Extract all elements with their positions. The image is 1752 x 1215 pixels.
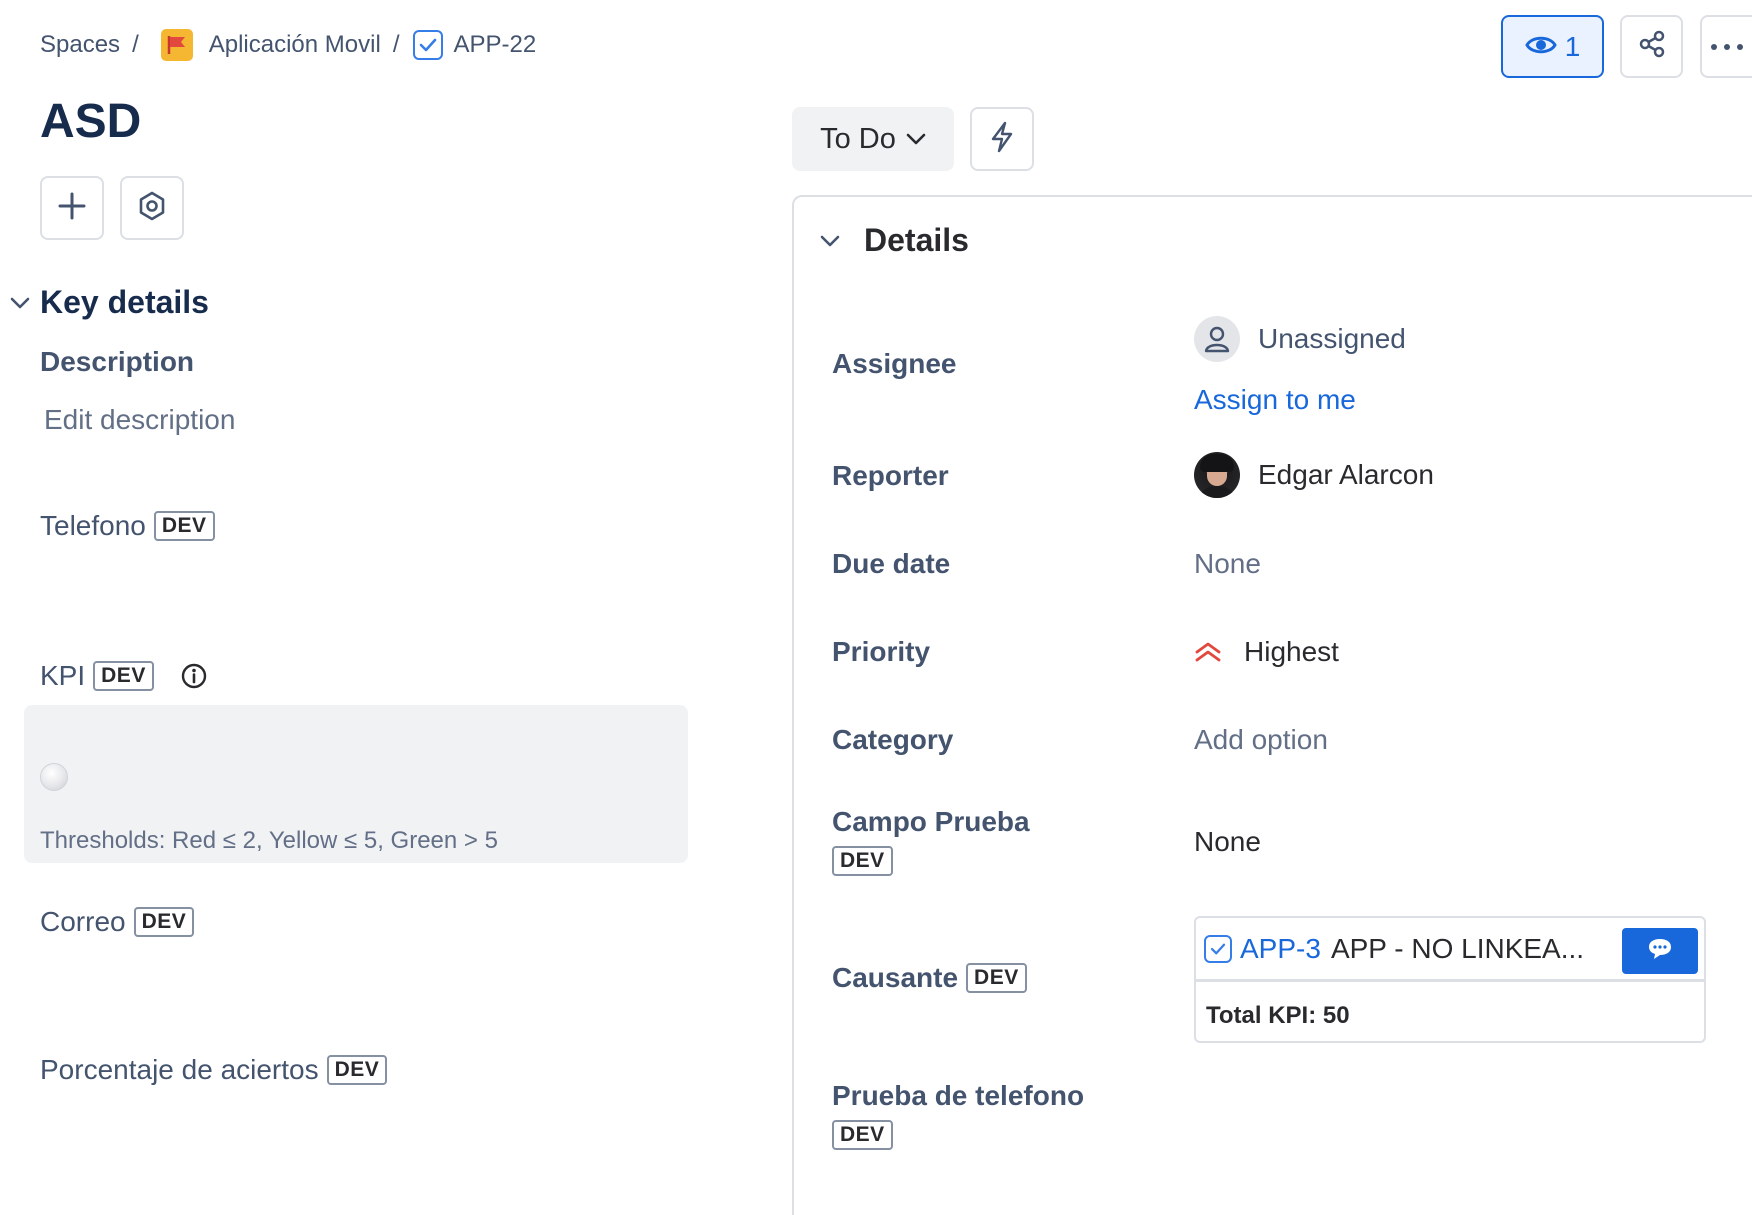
breadcrumb-spaces[interactable]: Spaces [40, 31, 120, 59]
details-header[interactable]: Details [820, 222, 969, 259]
dev-badge: DEV [832, 1120, 893, 1150]
total-kpi: Total KPI: 50 [1206, 1002, 1350, 1029]
assignee-label: Assignee [832, 348, 957, 379]
due-date-value[interactable]: None [1194, 548, 1261, 580]
due-date-label: Due date [832, 548, 951, 579]
share-button[interactable] [1620, 15, 1683, 78]
priority-highest-icon [1194, 640, 1222, 664]
eye-icon [1524, 31, 1557, 63]
breadcrumb-separator: / [132, 31, 139, 58]
add-button[interactable] [40, 176, 104, 240]
kpi-status-indicator [40, 763, 68, 791]
priority-value: Highest [1244, 636, 1339, 667]
dev-badge: DEV [326, 1055, 388, 1085]
watch-button[interactable]: 1 [1501, 15, 1604, 78]
chevron-down-icon [820, 235, 840, 247]
issue-title[interactable]: ASD [40, 94, 141, 149]
field-telefono-label: Telefono [40, 510, 146, 541]
field-porcentaje: Porcentaje de aciertos DEV [40, 1054, 388, 1086]
field-kpi: KPI DEV [40, 660, 208, 692]
details-title: Details [864, 222, 969, 258]
causante-label: Causante [832, 962, 959, 993]
speech-bubble-icon [1646, 937, 1674, 966]
watch-count: 1 [1564, 30, 1581, 62]
field-kpi-label: KPI [40, 660, 86, 691]
dev-badge: DEV [153, 511, 215, 541]
dev-badge: DEV [133, 907, 195, 937]
campo-prueba-badge-wrap: DEV [824, 846, 893, 876]
kpi-thresholds: Thresholds: Red ≤ 2, Yellow ≤ 5, Green >… [40, 827, 498, 854]
campo-prueba-label: Campo Prueba [832, 806, 1030, 837]
prueba-telefono-label: Prueba de telefono [832, 1080, 1085, 1111]
plus-icon [57, 191, 87, 226]
assign-to-me-link[interactable]: Assign to me [1194, 384, 1356, 416]
key-details-title: Key details [40, 284, 209, 320]
lightning-icon [989, 121, 1015, 158]
kpi-panel: Thresholds: Red ≤ 2, Yellow ≤ 5, Green >… [24, 705, 688, 863]
automation-button[interactable] [970, 107, 1034, 171]
category-value[interactable]: Add option [1194, 724, 1328, 756]
breadcrumb-issue-key[interactable]: APP-22 [453, 31, 536, 59]
chevron-down-icon [0, 297, 40, 309]
apps-button[interactable] [120, 176, 184, 240]
linked-issue-summary: APP - NO LINKEA... [1330, 932, 1585, 964]
reporter-avatar [1194, 452, 1240, 498]
linked-issue-card: APP-3 APP - NO LINKEA... Total KPI: 50 [1194, 916, 1706, 1043]
breadcrumb: Spaces / Aplicación Movil / APP-22 [40, 28, 536, 62]
linked-issue-key[interactable]: APP-3 [1240, 933, 1321, 965]
field-correo: Correo DEV [40, 906, 195, 938]
breadcrumb-separator: / [392, 31, 400, 58]
description-editor[interactable]: Edit description [44, 404, 235, 436]
status-label: To Do [820, 122, 896, 155]
linked-issue-row[interactable]: APP-3 APP - NO LINKEA... [1196, 918, 1704, 982]
causante-label-row: Causante DEV [832, 962, 1027, 994]
more-dots-icon [1709, 38, 1745, 56]
task-checkbox-icon [1204, 934, 1232, 963]
category-label: Category [832, 724, 954, 755]
status-dropdown[interactable]: To Do [792, 107, 954, 171]
assignee-field[interactable]: Unassigned [1194, 316, 1406, 362]
dev-badge: DEV [832, 846, 893, 876]
hexagon-settings-icon [136, 190, 168, 227]
reporter-value: Edgar Alarcon [1258, 459, 1434, 490]
prueba-telefono-badge-wrap: DEV [824, 1120, 893, 1150]
comment-button[interactable] [1622, 928, 1698, 974]
project-flag-icon [160, 29, 193, 61]
priority-field[interactable]: Highest [1194, 636, 1339, 668]
info-icon[interactable] [180, 662, 208, 690]
more-actions-button[interactable] [1700, 15, 1752, 78]
unassigned-avatar-icon [1194, 316, 1240, 362]
chevron-down-icon [906, 133, 926, 145]
field-correo-label: Correo [40, 906, 126, 937]
assignee-value: Unassigned [1258, 323, 1406, 354]
priority-label: Priority [832, 636, 931, 667]
field-telefono: Telefono DEV [40, 510, 215, 542]
task-checkbox-icon [413, 30, 444, 60]
share-icon [1637, 29, 1667, 64]
reporter-field[interactable]: Edgar Alarcon [1194, 452, 1434, 498]
description-label: Description [40, 346, 195, 377]
campo-prueba-value[interactable]: None [1194, 826, 1261, 858]
breadcrumb-project[interactable]: Aplicación Movil [209, 31, 381, 59]
dev-badge: DEV [966, 963, 1027, 993]
reporter-label: Reporter [832, 460, 949, 491]
dev-badge: DEV [93, 661, 154, 691]
key-details-header[interactable]: Key details [0, 284, 209, 321]
field-porcentaje-label: Porcentaje de aciertos [40, 1054, 319, 1085]
